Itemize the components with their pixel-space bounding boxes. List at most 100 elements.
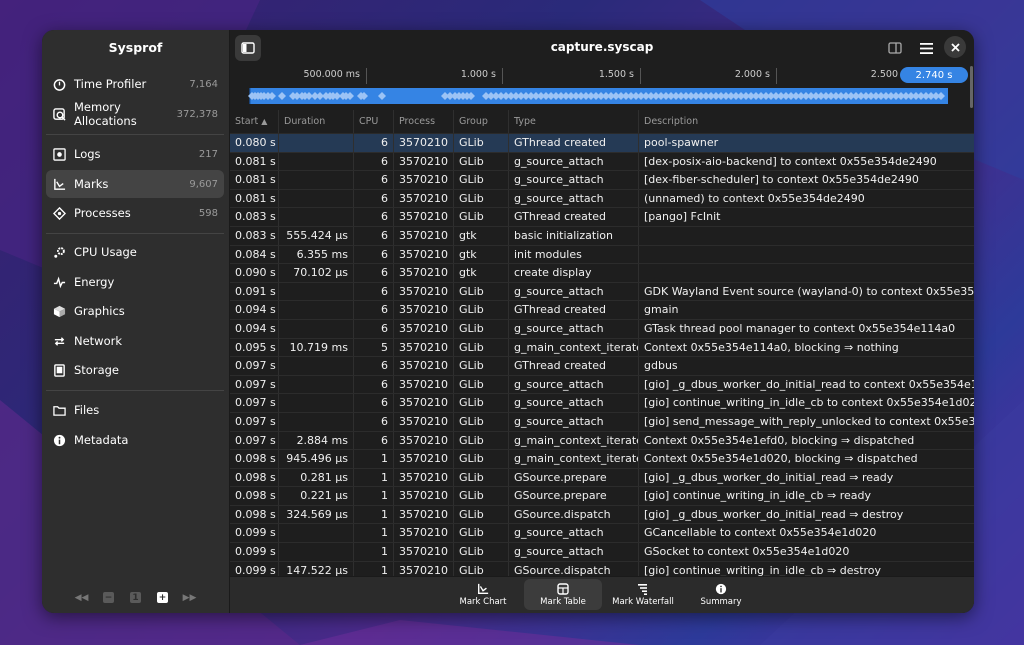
sidebar-item-label: Network bbox=[74, 334, 123, 348]
cell-start: 0.097 s bbox=[230, 394, 279, 412]
table-row[interactable]: 0.098 s 0.281 µs 1 3570210 GLib GSource.prepa… bbox=[230, 468, 974, 488]
column-header-type[interactable]: Type bbox=[509, 110, 639, 133]
table-row[interactable]: 0.081 s 6 3570210 GLib g_source_attach [dex-f… bbox=[230, 171, 974, 190]
table-row[interactable]: 0.097 s 6 3570210 GLib g_source_attach [gio] … bbox=[230, 375, 974, 395]
cell-start: 0.097 s bbox=[230, 375, 279, 394]
cell-description: Context 0x55e354e1d020, blocking ⇒ dispa… bbox=[644, 452, 918, 466]
table-row[interactable]: 0.097 s 6 3570210 GLib g_source_attach [gio] … bbox=[230, 412, 974, 432]
table-row[interactable]: 0.083 s 555.424 µs 6 3570210 gtk basic initia… bbox=[230, 226, 974, 246]
table-row[interactable]: 0.081 s 6 3570210 GLib g_source_attach (unnam… bbox=[230, 189, 974, 209]
table-row[interactable]: 0.097 s 6 3570210 GLib GThread created gdbus bbox=[230, 357, 974, 376]
tab-mark-chart[interactable]: Mark Chart bbox=[452, 579, 514, 610]
tab-mark-table[interactable]: Mark Table bbox=[524, 579, 602, 610]
sidebar-item-files[interactable]: Files bbox=[46, 396, 224, 424]
table-row[interactable]: 0.098 s 324.569 µs 1 3570210 GLib GSource.dis… bbox=[230, 505, 974, 525]
sidebar-separator bbox=[46, 233, 224, 234]
sidebar-item-network[interactable]: Network bbox=[46, 327, 224, 355]
cell-cpu: 6 bbox=[354, 431, 394, 450]
table-row[interactable]: 0.098 s 0.221 µs 1 3570210 GLib GSource.prepa… bbox=[230, 487, 974, 506]
zoom-in-button[interactable]: + bbox=[157, 592, 168, 603]
table-row[interactable]: 0.099 s 1 3570210 GLib g_source_attach GSocke… bbox=[230, 543, 974, 562]
page-indicator[interactable]: 1 bbox=[130, 592, 141, 603]
cell-process: 3570210 bbox=[394, 524, 454, 543]
marks-timeline-track[interactable] bbox=[230, 86, 974, 108]
cell-type: g_source_attach bbox=[509, 319, 639, 338]
toggle-details-button[interactable] bbox=[882, 35, 908, 61]
cell-process: 3570210 bbox=[394, 319, 454, 338]
details-pane-icon bbox=[888, 42, 902, 54]
sidebar-item-time-profiler[interactable]: Time Profiler 7,164 bbox=[46, 70, 224, 98]
tab-mark-waterfall[interactable]: Mark Waterfall bbox=[608, 579, 678, 610]
sidebar-item-logs[interactable]: Logs 217 bbox=[46, 140, 224, 168]
table-row[interactable]: 0.083 s 6 3570210 GLib GThread created [pango… bbox=[230, 208, 974, 227]
sidebar-item-graphics[interactable]: Graphics bbox=[46, 297, 224, 325]
sidebar-item-cpu-usage[interactable]: CPU Usage bbox=[46, 238, 224, 266]
sidebar-item-storage[interactable]: Storage bbox=[46, 356, 224, 384]
cell-start: 0.097 s bbox=[230, 431, 279, 450]
rewind-icon[interactable]: ◀◀ bbox=[75, 592, 89, 603]
cell-process: 3570210 bbox=[394, 543, 454, 561]
cell-description: [dex-posix-aio-backend] to context 0x55e… bbox=[644, 154, 937, 168]
cell-process: 3570210 bbox=[394, 487, 454, 505]
zoom-out-button[interactable]: − bbox=[103, 592, 114, 603]
sidebar-item-metadata[interactable]: Metadata bbox=[46, 426, 224, 454]
cell-type: g_source_attach bbox=[509, 394, 639, 412]
cell-group: GLib bbox=[454, 152, 509, 171]
cell-group: GLib bbox=[454, 357, 509, 375]
table-row[interactable]: 0.097 s 6 3570210 GLib g_source_attach [gio] … bbox=[230, 394, 974, 413]
cell-type: GSource.prepare bbox=[509, 487, 639, 505]
cell-start: 0.098 s bbox=[230, 450, 279, 468]
sidebar-item-energy[interactable]: Energy bbox=[46, 268, 224, 296]
table-row[interactable]: 0.099 s 1 3570210 GLib g_source_attach GCance… bbox=[230, 524, 974, 544]
sidebar-item-count: 372,378 bbox=[176, 108, 218, 120]
main-menu-button[interactable] bbox=[913, 35, 939, 61]
column-header-description[interactable]: Description bbox=[639, 110, 974, 133]
cell-cpu: 1 bbox=[354, 468, 394, 487]
sidebar-item-processes[interactable]: Processes 598 bbox=[46, 199, 224, 227]
table-row[interactable]: 0.081 s 6 3570210 GLib g_source_attach [dex-p… bbox=[230, 152, 974, 172]
table-row[interactable]: 0.090 s 70.102 µs 6 3570210 gtk create displa… bbox=[230, 264, 974, 283]
table-row[interactable]: 0.095 s 10.719 ms 5 3570210 GLib g_main_conte… bbox=[230, 338, 974, 358]
table-row[interactable]: 0.098 s 945.496 µs 1 3570210 GLib g_main_cont… bbox=[230, 450, 974, 469]
cell-duration bbox=[279, 375, 354, 394]
column-header-duration[interactable]: Duration bbox=[279, 110, 354, 133]
table-row[interactable]: 0.099 s 147.522 µs 1 3570210 GLib GSource.dis… bbox=[230, 561, 974, 577]
tick-line bbox=[776, 68, 777, 84]
cell-start: 0.099 s bbox=[230, 561, 279, 577]
cell-description: [pango] FcInit bbox=[644, 210, 721, 224]
table-row[interactable]: 0.080 s 6 3570210 GLib GThread created pool-s… bbox=[230, 134, 974, 153]
folder-icon bbox=[52, 403, 66, 417]
tab-summary[interactable]: Summary bbox=[688, 579, 754, 610]
table-row[interactable]: 0.084 s 6.355 ms 6 3570210 gtk init modules bbox=[230, 245, 974, 265]
column-header-start[interactable]: Start ▲ bbox=[230, 110, 279, 133]
toggle-sidebar-button[interactable] bbox=[235, 35, 261, 61]
table-row[interactable]: 0.094 s 6 3570210 GLib GThread created gmain bbox=[230, 301, 974, 320]
cell-group: GLib bbox=[454, 394, 509, 412]
table-row[interactable]: 0.097 s 2.884 ms 6 3570210 GLib g_main_contex… bbox=[230, 431, 974, 451]
sidebar-item-marks[interactable]: Marks 9,607 bbox=[46, 170, 224, 198]
column-header-cpu[interactable]: CPU bbox=[354, 110, 394, 133]
cell-start: 0.098 s bbox=[230, 468, 279, 487]
energy-pulse-icon bbox=[52, 275, 66, 289]
close-button[interactable] bbox=[944, 36, 966, 58]
cell-duration: 0.281 µs bbox=[279, 468, 354, 487]
cell-start: 0.091 s bbox=[230, 282, 279, 301]
cell-start: 0.099 s bbox=[230, 543, 279, 561]
table-row[interactable]: 0.091 s 6 3570210 GLib g_source_attach GDK Wa… bbox=[230, 282, 974, 302]
info-icon bbox=[52, 433, 66, 447]
table-row[interactable]: 0.094 s 6 3570210 GLib g_source_attach GTask … bbox=[230, 319, 974, 339]
cell-start: 0.098 s bbox=[230, 505, 279, 524]
waterfall-icon bbox=[637, 582, 649, 595]
tab-label: Summary bbox=[700, 597, 742, 607]
column-header-group[interactable]: Group bbox=[454, 110, 509, 133]
timeline-scrollbar[interactable] bbox=[970, 66, 973, 108]
tab-label: Mark Chart bbox=[459, 597, 507, 607]
time-ruler[interactable]: 500.000 ms 1.000 s 1.500 s 2.000 s 2.500 bbox=[230, 66, 974, 86]
cell-description: [gio] continue_writing_in_idle_cb ⇒ read… bbox=[644, 489, 871, 503]
cell-process: 3570210 bbox=[394, 245, 454, 264]
sidebar-item-memory-allocations[interactable]: Memory Allocations 372,378 bbox=[46, 100, 224, 128]
selection-end-badge[interactable]: 2.740 s bbox=[900, 67, 968, 83]
fast-forward-icon[interactable]: ▶▶ bbox=[183, 592, 197, 603]
column-header-process[interactable]: Process bbox=[394, 110, 454, 133]
cell-type: init modules bbox=[509, 245, 639, 264]
